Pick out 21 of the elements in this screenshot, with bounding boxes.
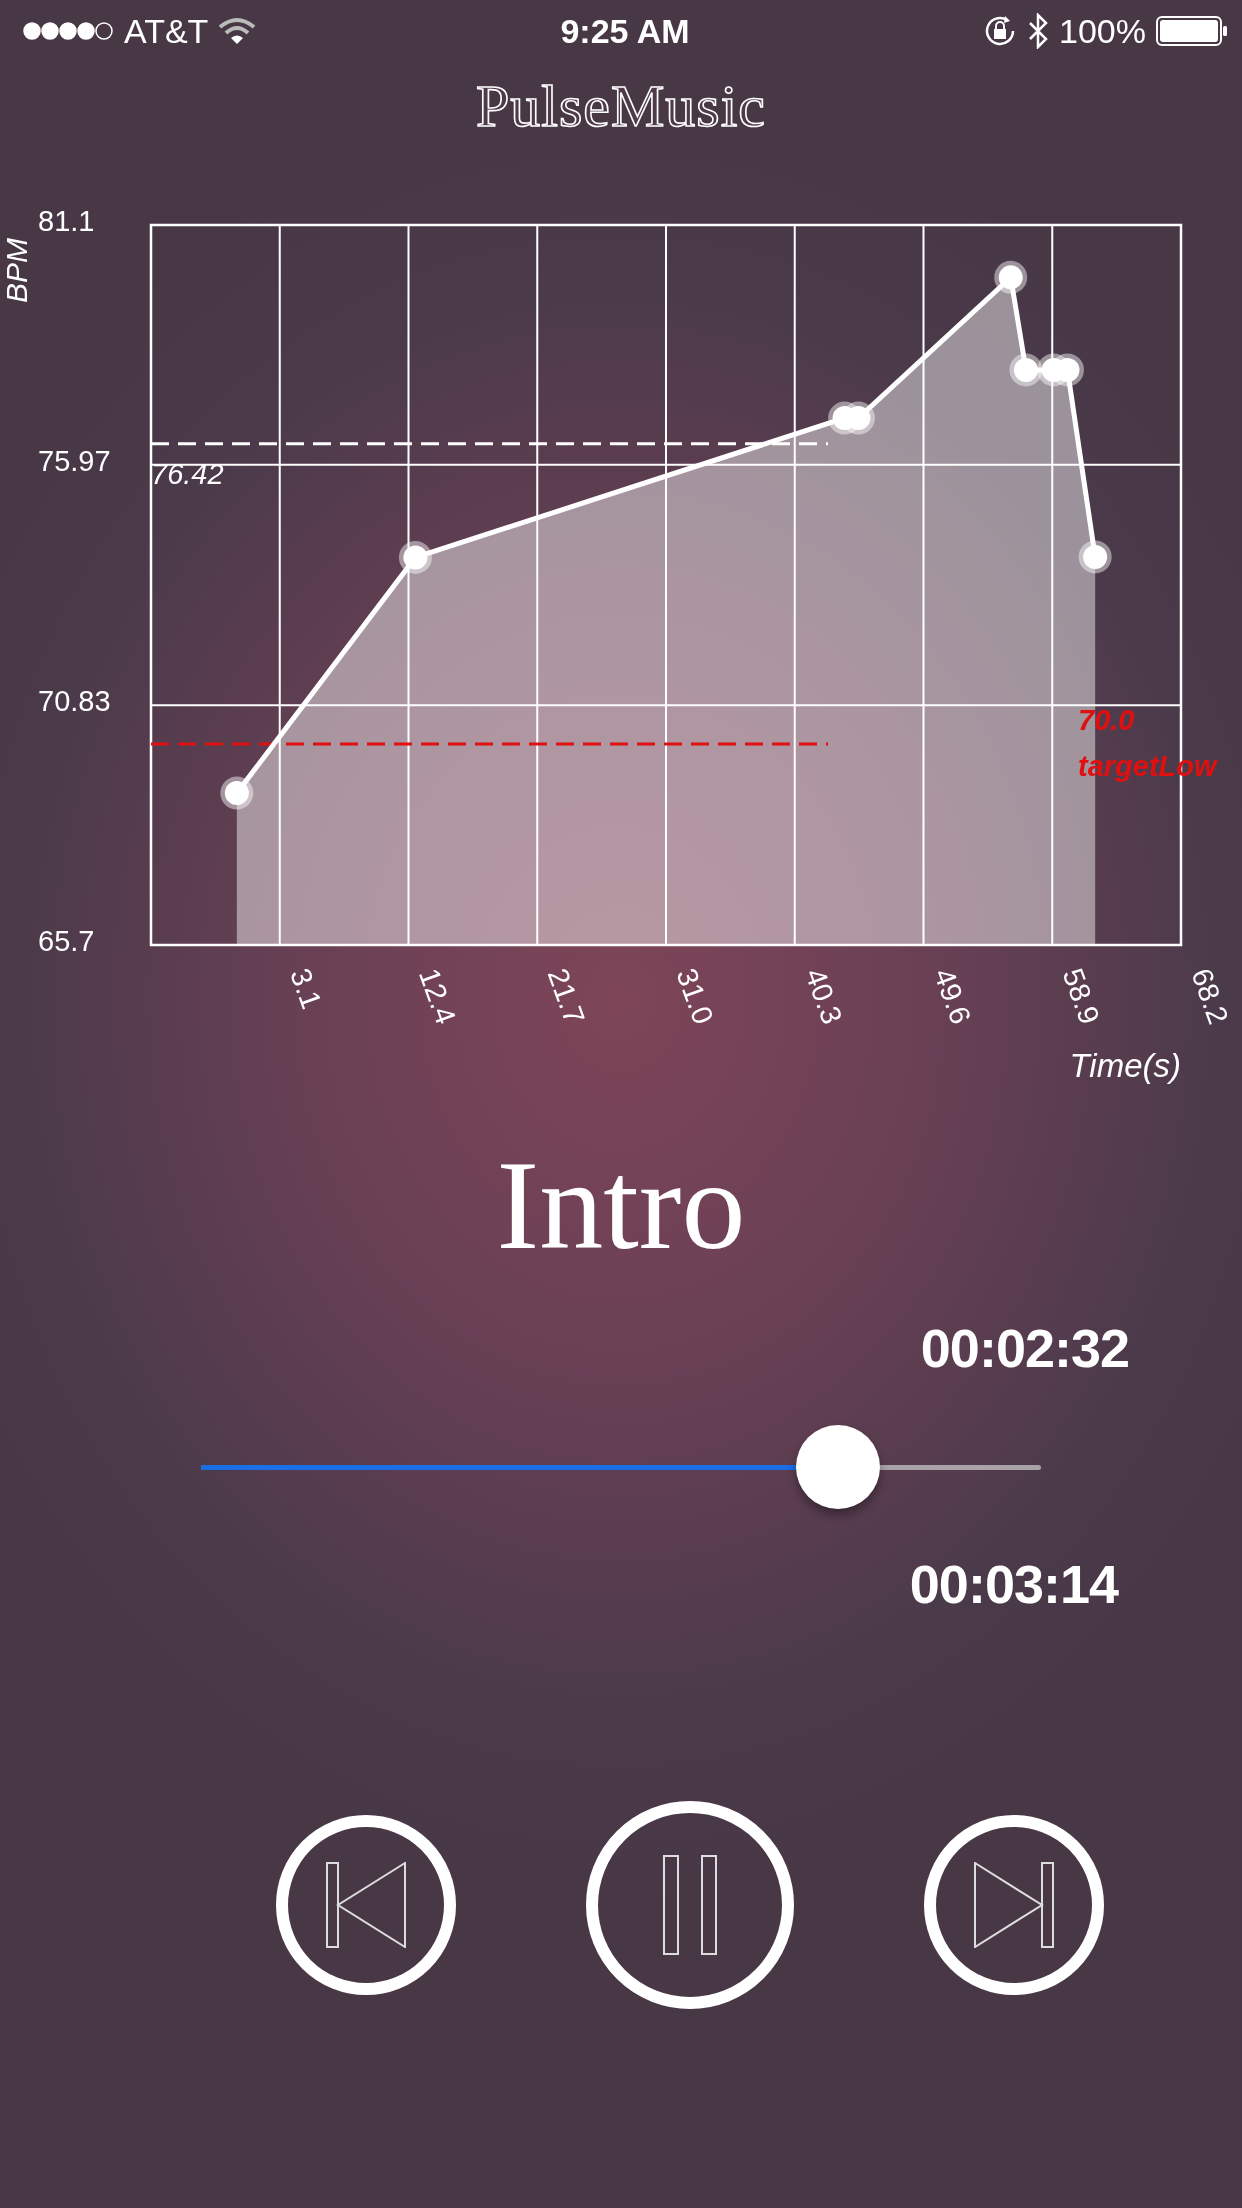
y-axis-label: BPM	[0, 238, 33, 303]
x-tick-label: 68.2	[1185, 964, 1235, 1029]
total-duration: 00:03:14	[909, 1553, 1118, 1615]
y-tick-label: 70.83	[38, 685, 111, 718]
y-tick-label: 75.97	[38, 444, 111, 477]
x-tick-label: 12.4	[412, 964, 463, 1029]
app-title: PulseMusic	[476, 76, 766, 136]
x-tick-label: 3.1	[284, 964, 328, 1013]
x-tick-label: 40.3	[799, 964, 849, 1029]
carrier-name: AT&T	[124, 11, 209, 51]
x-tick-label: 31.0	[670, 964, 720, 1029]
x-tick-label: 49.6	[927, 964, 978, 1029]
battery-percent: 100%	[1059, 11, 1146, 51]
y-tick-label: 65.7	[38, 925, 95, 957]
clock-time: 9:25 AM	[560, 11, 690, 51]
elapsed-time: 00:02:32	[920, 1317, 1129, 1379]
y-tick-label: 81.1	[38, 205, 95, 237]
x-axis-label: Time(s)	[1069, 1047, 1181, 1084]
track-title: Intro	[496, 1141, 746, 1269]
x-tick-label: 58.9	[1056, 964, 1106, 1029]
x-tick-label: 21.7	[541, 964, 591, 1029]
